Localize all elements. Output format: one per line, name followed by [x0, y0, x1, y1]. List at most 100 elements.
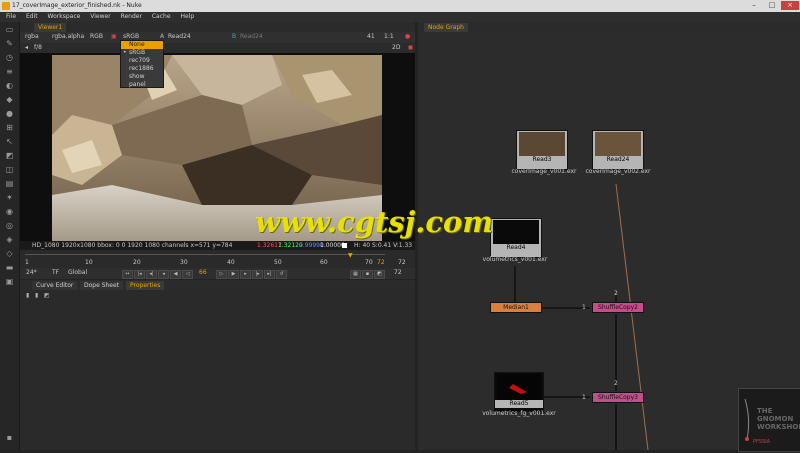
step-back-icon[interactable]: ◁	[182, 270, 193, 279]
lut-dropdown-menu: None • sRGB rec709 rec1886 show panel	[120, 40, 164, 88]
menu-cache[interactable]: Cache	[152, 12, 171, 22]
read5-node[interactable]: Read5	[494, 372, 544, 412]
time-tool-icon[interactable]: ◷	[5, 54, 14, 62]
gain-value[interactable]: 41	[365, 33, 377, 41]
lut-option-rec1886[interactable]: rec1886	[121, 65, 163, 73]
properties-panel: ▮ ▮ ◩	[20, 290, 415, 450]
filter-tool-icon[interactable]: ◆	[5, 96, 14, 104]
furnace-tool-icon[interactable]: ▬	[5, 264, 14, 272]
current-frame[interactable]: 66	[197, 269, 209, 277]
particles-tool-icon[interactable]: ✶	[5, 194, 14, 202]
eye-tool-icon[interactable]: ◎	[5, 222, 14, 230]
tab-node-graph[interactable]: Node Graph	[424, 23, 468, 32]
input-a-select[interactable]: Read24	[166, 33, 193, 41]
cache-icon[interactable]: ◩	[374, 270, 385, 279]
color-swatch-icon[interactable]: ▣	[109, 33, 119, 41]
read24-file: coverImage_v002.exr	[585, 168, 651, 175]
timeline[interactable]: 1 10 20 30 40 50 60 70 72 ▼ 72	[20, 250, 415, 268]
play-backward-icon[interactable]: ◀	[170, 270, 181, 279]
view-mode-select[interactable]: 2D	[390, 44, 402, 52]
channels-select[interactable]: rgba	[23, 33, 41, 41]
image-tool-icon[interactable]: ▭	[5, 26, 14, 34]
toolsets-tool-icon[interactable]: ◈	[5, 236, 14, 244]
plugin-tool-icon[interactable]: ▣	[5, 278, 14, 286]
read24-node[interactable]: Read24	[592, 130, 644, 170]
color-tool-icon[interactable]: ◐	[5, 82, 14, 90]
bounce-icon[interactable]: ↔	[122, 270, 133, 279]
menu-help[interactable]: Help	[180, 12, 194, 22]
playback-end-frame[interactable]: 72	[392, 269, 404, 277]
read3-thumbnail	[519, 132, 565, 156]
views-tool-icon[interactable]: ◫	[5, 166, 14, 174]
draw-tool-icon[interactable]: ✎	[5, 40, 14, 48]
median1-node[interactable]: Median1	[490, 302, 542, 313]
menu-render[interactable]: Render	[121, 12, 142, 22]
channel-tool-icon[interactable]: ≡	[5, 68, 14, 76]
scope-select[interactable]: Global	[66, 269, 89, 277]
close-icon[interactable]: ×	[781, 1, 799, 10]
other-tool-icon[interactable]: ◇	[5, 250, 14, 258]
playhead-icon[interactable]: ▼	[348, 252, 353, 259]
shufflecopy3-node[interactable]: ShuffleCopy3	[592, 392, 644, 403]
tab-curve-editor[interactable]: Curve Editor	[32, 281, 78, 290]
pipe-label-1b: 1	[582, 394, 586, 401]
3d-tool-icon[interactable]: ◩	[5, 152, 14, 160]
read4-thumbnail	[493, 220, 539, 244]
merge-tool-icon[interactable]: ⊞	[5, 124, 14, 132]
read4-file: volumetrics_v001.exr	[482, 256, 548, 263]
tick-10: 10	[85, 259, 93, 266]
last-frame-icon[interactable]: ▸|	[264, 270, 275, 279]
menu-edit[interactable]: Edit	[26, 12, 38, 22]
read5-label: Read5	[495, 400, 543, 408]
input-b-select[interactable]: Read24	[238, 33, 265, 41]
menu-workspace[interactable]: Workspace	[48, 12, 81, 22]
lock-icon[interactable]: ▪	[362, 270, 373, 279]
tab-properties[interactable]: Properties	[126, 281, 165, 290]
svg-text:WORKSHOP: WORKSHOP	[757, 423, 800, 431]
menu-bar: File Edit Workspace Viewer Render Cache …	[0, 12, 800, 22]
fstop-field[interactable]: f/8	[32, 44, 44, 52]
prev-frame-icon[interactable]: ◂	[158, 270, 169, 279]
gnomon-logo: THE GNOMON WORKSHOP PFSSIA	[738, 388, 800, 452]
flipbook-icon[interactable]: ▦	[350, 270, 361, 279]
step-forward-icon[interactable]: ▷	[216, 270, 227, 279]
lut-option-none[interactable]: None	[121, 41, 163, 49]
deep-tool-icon[interactable]: ◉	[5, 208, 14, 216]
clip-warning-icon[interactable]: ●	[403, 33, 412, 41]
menu-viewer[interactable]: Viewer	[90, 12, 110, 22]
max-panels-field[interactable]: ▮	[26, 292, 29, 299]
maximize-icon[interactable]: □	[763, 1, 781, 10]
metadata-tool-icon[interactable]: ▤	[5, 180, 14, 188]
lut-option-srgb[interactable]: • sRGB	[121, 49, 163, 57]
read4-node[interactable]: Read4	[490, 218, 542, 258]
shufflecopy2-node[interactable]: ShuffleCopy2	[592, 302, 644, 313]
next-frame-icon[interactable]: ▸	[240, 270, 251, 279]
tab-dope-sheet[interactable]: Dope Sheet	[80, 281, 124, 290]
tab-viewer1[interactable]: Viewer1	[34, 23, 67, 32]
first-frame-icon[interactable]: |◂	[134, 270, 145, 279]
lut-option-show-panel[interactable]: show panel	[121, 73, 163, 88]
toolbar-settings-icon[interactable]: ▪	[5, 434, 14, 442]
lut-option-rec709[interactable]: rec709	[121, 57, 163, 65]
next-key-icon[interactable]: |▸	[252, 270, 263, 279]
zoom-select[interactable]: 1:1	[382, 33, 396, 41]
prev-key-icon[interactable]: ◂|	[146, 270, 157, 279]
pause-icon[interactable]: ◼	[406, 44, 415, 52]
tf-select[interactable]: TF	[50, 269, 61, 277]
gain-arrow-icon[interactable]: ◂	[23, 44, 30, 52]
playback-controls: 24* TF Global ↔ |◂ ◂| ◂ ◀ ◁ 66 ▷ ▶ ▸ |▸ …	[20, 268, 415, 279]
play-forward-icon[interactable]: ▶	[228, 270, 239, 279]
minimize-icon[interactable]: –	[745, 1, 763, 10]
menu-file[interactable]: File	[6, 12, 16, 22]
float-panel-icon[interactable]: ◩	[44, 292, 50, 299]
node-graph-tab-bar: Node Graph	[418, 22, 800, 32]
loop-icon[interactable]: ↺	[276, 270, 287, 279]
clear-panels-icon[interactable]: ▮	[35, 292, 38, 299]
alpha-select[interactable]: rgba.alpha	[50, 33, 86, 41]
transform-tool-icon[interactable]: ↖	[5, 138, 14, 146]
keyer-tool-icon[interactable]: ●	[5, 110, 14, 118]
colorspace-select[interactable]: RGB	[88, 33, 105, 41]
tick-72: 72	[377, 259, 385, 266]
fps-select[interactable]: 24*	[24, 269, 39, 277]
read3-node[interactable]: Read3	[516, 130, 568, 170]
